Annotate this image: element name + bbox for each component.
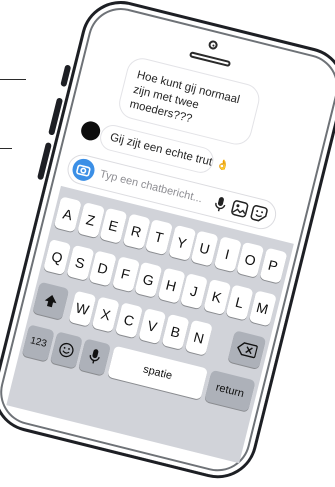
image-icon[interactable] bbox=[230, 199, 249, 218]
decorative-line bbox=[0, 79, 26, 80]
dictation-key[interactable] bbox=[78, 338, 112, 376]
ok-hand-emoji: 👌 bbox=[215, 159, 231, 173]
key[interactable]: M bbox=[248, 290, 277, 327]
chat-screen: Hoe kunt gij normaal zijn met twee moede… bbox=[6, 42, 320, 464]
numbers-key[interactable]: 123 bbox=[21, 324, 55, 362]
camera-button[interactable] bbox=[70, 156, 97, 184]
received-message-text: Hoe kunt gij normaal zijn met twee moede… bbox=[128, 69, 241, 126]
space-key[interactable]: spatie bbox=[107, 345, 209, 400]
backspace-icon bbox=[237, 342, 258, 359]
microphone-icon bbox=[89, 349, 100, 364]
key[interactable]: N bbox=[184, 319, 213, 356]
microphone-icon[interactable] bbox=[212, 195, 228, 214]
decorative-line bbox=[0, 148, 12, 149]
return-key[interactable]: return bbox=[204, 369, 256, 412]
sent-message-text: Gij zijt een echte trut bbox=[108, 131, 214, 169]
shift-icon bbox=[44, 295, 57, 308]
sticker-icon[interactable] bbox=[249, 204, 268, 223]
on-screen-keyboard: A Z E R T Y U I O P Q S D F G H J K L M bbox=[6, 185, 294, 464]
front-camera bbox=[207, 39, 219, 51]
emoji-key[interactable] bbox=[49, 331, 83, 369]
avatar[interactable] bbox=[79, 119, 103, 143]
key[interactable]: P bbox=[258, 247, 288, 284]
camera-icon bbox=[76, 164, 91, 177]
shift-key[interactable] bbox=[32, 281, 70, 320]
earpiece-speaker bbox=[188, 51, 232, 68]
phone-frame: Hoe kunt gij normaal zijn met twee moede… bbox=[0, 0, 335, 487]
backspace-key[interactable] bbox=[227, 330, 267, 370]
emoji-icon bbox=[59, 342, 74, 358]
